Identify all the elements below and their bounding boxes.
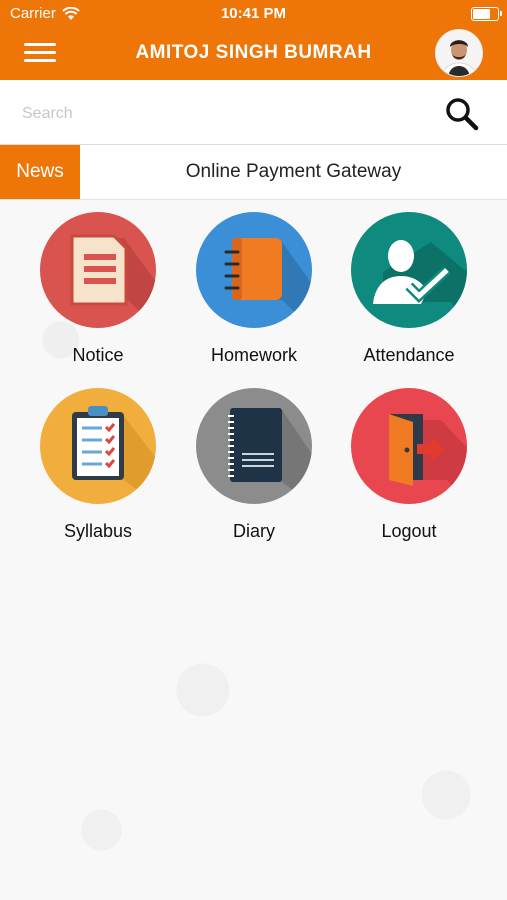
notebook-icon (196, 212, 312, 328)
tile-homework[interactable]: Homework (184, 212, 324, 366)
news-headline[interactable]: Online Payment Gateway (80, 161, 507, 183)
tile-label: Notice (72, 345, 124, 365)
tile-notice[interactable]: Notice (28, 212, 168, 366)
tile-attendance[interactable]: Attendance (339, 212, 479, 366)
user-avatar-icon (436, 30, 482, 76)
tile-diary[interactable]: Diary (184, 388, 324, 542)
attendance-icon (351, 212, 467, 328)
battery-icon (471, 7, 502, 21)
search-input[interactable] (20, 100, 424, 128)
diary-icon (196, 388, 312, 504)
tile-label: Syllabus (63, 521, 133, 541)
notice-icon (40, 212, 156, 328)
tile-syllabus[interactable]: Syllabus (28, 388, 168, 542)
syllabus-circle (40, 388, 156, 504)
tile-label: Attendance (363, 345, 455, 365)
app-header: AMITOJ SINGH BUMRAH (0, 28, 507, 80)
attendance-circle (351, 212, 467, 328)
news-bar: News Online Payment Gateway (0, 145, 507, 200)
diary-circle (196, 388, 312, 504)
news-badge: News (0, 145, 80, 199)
tile-logout[interactable]: Logout (339, 388, 479, 542)
search-bar (0, 80, 507, 145)
homework-circle (196, 212, 312, 328)
header-title: AMITOJ SINGH BUMRAH (135, 42, 372, 63)
tile-label: Logout (381, 521, 437, 541)
tile-label: Homework (210, 345, 298, 365)
checklist-icon (40, 388, 156, 504)
logout-circle (351, 388, 467, 504)
logout-icon (351, 388, 467, 504)
status-time: 10:41 PM (220, 5, 287, 22)
avatar[interactable] (435, 29, 483, 77)
tile-label: Diary (232, 521, 275, 541)
search-icon[interactable] (445, 97, 479, 131)
status-bar: Carrier 10:41 PM (0, 0, 507, 28)
notice-circle (40, 212, 156, 328)
